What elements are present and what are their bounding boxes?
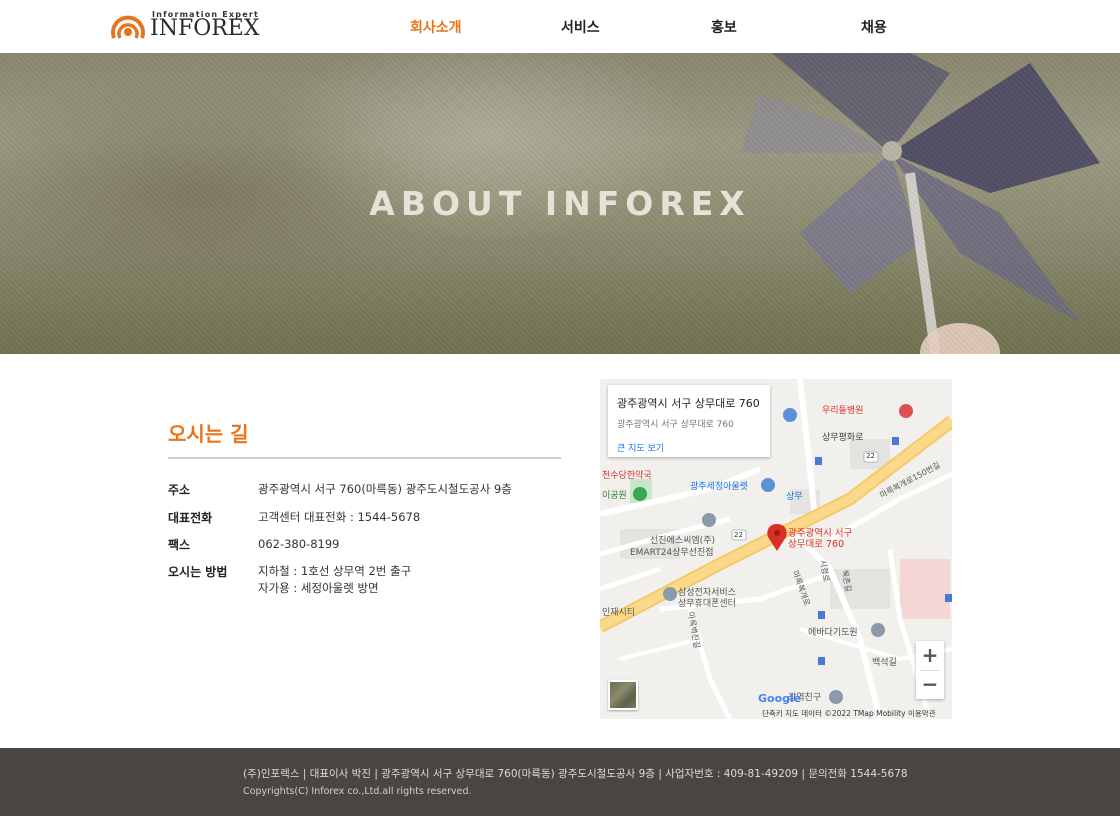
main-nav: 회사소개 서비스 홍보 채용 bbox=[0, 0, 1120, 53]
info-label: 팩스 bbox=[168, 538, 191, 552]
nav-item-promotion[interactable]: 홍보 bbox=[711, 17, 737, 37]
info-value: 광주광역시 서구 760(마륵동) 광주도시철도공사 9층 bbox=[258, 482, 512, 496]
map-label-park: 이공원 bbox=[602, 491, 627, 501]
zoom-in-button[interactable]: + bbox=[916, 641, 944, 670]
info-value-car: 자가용 : 세정아울렛 방면 bbox=[258, 581, 379, 595]
nav-item-recruit[interactable]: 채용 bbox=[861, 17, 887, 37]
satellite-toggle-button[interactable] bbox=[608, 680, 638, 710]
map-label-emart: EMART24상무선진점 bbox=[630, 548, 714, 558]
directions-title: 오시는 길 bbox=[168, 422, 249, 446]
map-attribution: 단축키 지도 데이터 ©2022 TMap Mobility 이용약관 bbox=[762, 709, 936, 718]
directions-divider bbox=[168, 457, 561, 459]
nav-item-service[interactable]: 서비스 bbox=[561, 17, 600, 37]
map-zoom-control: + − bbox=[916, 641, 944, 699]
map-label-samsung-center: 상무휴대폰센터 bbox=[678, 599, 736, 609]
footer-copyright: Copyrights(C) Inforex co.,Ltd.all rights… bbox=[243, 786, 472, 797]
info-label: 대표전화 bbox=[168, 511, 213, 525]
site-footer: (주)인포렉스 | 대표이사 박진 | 광주광역시 서구 상무대로 760(마륵… bbox=[0, 748, 1120, 816]
hero-banner: ABOUT INFOREX bbox=[0, 53, 1120, 354]
map-label-baekseok: 백석길 bbox=[872, 658, 897, 668]
map-label-injae: 인재시티 bbox=[602, 608, 636, 618]
map-label-road-number: 22 bbox=[734, 531, 743, 539]
info-value: 고객센터 대표전화 : 1544-5678 bbox=[258, 510, 421, 524]
google-map[interactable]: 상무평화로 우리들병원 22 천수당한약국 이공원 광주세정아울렛 상무 선진에… bbox=[600, 379, 952, 719]
map-label-road: 상무평화로 bbox=[822, 433, 864, 443]
info-label: 주소 bbox=[168, 483, 191, 497]
map-label-station: 상무 bbox=[786, 492, 803, 502]
map-label-ebadagi: 에바다기도원 bbox=[808, 628, 858, 638]
map-label-hospital: 우리들병원 bbox=[822, 406, 864, 416]
nav-item-company[interactable]: 회사소개 bbox=[410, 17, 462, 37]
map-label-outlet: 광주세정아울렛 bbox=[690, 482, 748, 492]
footer-company-info: (주)인포렉스 | 대표이사 박진 | 광주광역시 서구 상무대로 760(마륵… bbox=[243, 768, 908, 780]
site-header: Information Expert INFOREX 회사소개 서비스 홍보 채… bbox=[0, 0, 1120, 53]
view-larger-map-link[interactable]: 큰 지도 보기 bbox=[617, 441, 761, 454]
map-card-subtitle: 광주광역시 서구 상무대로 760 bbox=[617, 420, 734, 430]
hero-title: ABOUT INFOREX bbox=[369, 184, 751, 223]
info-value-subway: 지하철 : 1호선 상무역 2번 출구 bbox=[258, 564, 412, 578]
info-value: 지하철 : 1호선 상무역 2번 출구 자가용 : 세정아울렛 방면 bbox=[258, 563, 578, 597]
zoom-out-button[interactable]: − bbox=[916, 670, 944, 699]
info-label: 오시는 방법 bbox=[168, 565, 228, 579]
map-info-card: 광주광역시 서구 상무대로 760 광주광역시 서구 상무대로 760 큰 지도… bbox=[608, 385, 770, 457]
info-value: 062-380-8199 bbox=[258, 537, 340, 551]
map-label-pharmacy: 천수당한약국 bbox=[602, 471, 652, 481]
map-card-title: 광주광역시 서구 상무대로 760 bbox=[617, 397, 760, 410]
map-pin-label-2: 상무대로 760 bbox=[788, 539, 845, 550]
map-label-road-number: 22 bbox=[866, 452, 875, 460]
google-logo: Google bbox=[758, 692, 802, 705]
